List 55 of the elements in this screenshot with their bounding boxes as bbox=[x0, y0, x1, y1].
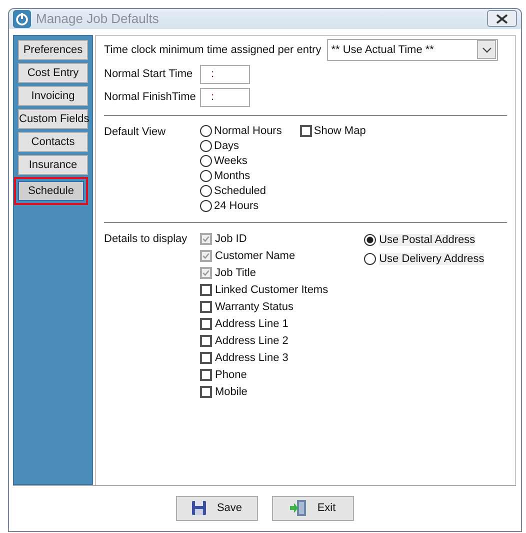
checkbox[interactable] bbox=[300, 125, 312, 138]
option-label: Use Delivery Address bbox=[379, 253, 484, 266]
checkbox[interactable] bbox=[200, 301, 212, 314]
checkbox[interactable] bbox=[200, 352, 212, 364]
radio-button[interactable] bbox=[364, 253, 376, 266]
sidebar-tab[interactable]: Contacts bbox=[18, 132, 88, 152]
close-icon bbox=[496, 14, 508, 24]
option-label: Scheduled bbox=[214, 185, 266, 198]
option-label: Customer Name bbox=[215, 250, 296, 262]
field-label: Normal Start Time bbox=[104, 68, 194, 80]
sidebar-tab[interactable]: Insurance bbox=[18, 154, 88, 175]
option-label: Phone bbox=[215, 369, 247, 382]
radio-button[interactable] bbox=[200, 155, 212, 168]
section-label: Default View bbox=[104, 124, 167, 138]
time-field[interactable]: : bbox=[200, 88, 250, 107]
exit-door-icon bbox=[289, 500, 308, 516]
close-button[interactable] bbox=[487, 10, 517, 28]
option-label: Show Map bbox=[314, 125, 366, 138]
checkbox[interactable] bbox=[200, 369, 212, 382]
option-label: Normal Hours bbox=[214, 125, 282, 138]
field-label: Time clock minimum time assigned per entry bbox=[104, 44, 322, 56]
radio-button[interactable] bbox=[364, 234, 376, 246]
option-label: Use Postal Address bbox=[379, 234, 476, 246]
sidebar-tab[interactable]: Invoicing bbox=[18, 86, 88, 106]
radio-button[interactable] bbox=[200, 140, 212, 152]
exit-button[interactable]: Exit bbox=[272, 496, 354, 521]
option-label: Job ID bbox=[215, 233, 247, 246]
section-label: Details to display bbox=[104, 232, 188, 245]
option-label: Warranty Status bbox=[215, 301, 294, 314]
option-label: Address Line 2 bbox=[215, 335, 288, 348]
checkbox[interactable] bbox=[200, 318, 212, 330]
option-label: Days bbox=[214, 140, 240, 152]
checkbox[interactable] bbox=[200, 284, 212, 296]
time-field[interactable]: : bbox=[200, 64, 250, 84]
option-label: 24 Hours bbox=[214, 200, 259, 212]
field-label: Normal FinishTime bbox=[104, 91, 197, 104]
radio-button[interactable] bbox=[200, 185, 212, 198]
radio-button[interactable] bbox=[200, 170, 212, 182]
checkbox[interactable] bbox=[200, 386, 212, 398]
checkbox[interactable] bbox=[200, 335, 212, 348]
option-label: Mobile bbox=[215, 386, 248, 398]
option-label: Address Line 3 bbox=[215, 352, 288, 364]
window-title: Manage Job Defaults bbox=[36, 11, 160, 26]
chevron-down-icon bbox=[482, 46, 492, 53]
time-dropdown[interactable]: ** Use Actual Time ** bbox=[327, 38, 498, 61]
option-label: Months bbox=[214, 170, 250, 182]
radio-button[interactable] bbox=[200, 125, 212, 138]
radio-button[interactable] bbox=[200, 200, 212, 212]
option-label: Address Line 1 bbox=[215, 318, 288, 330]
sidebar-tab[interactable]: Cost Entry bbox=[18, 62, 88, 83]
option-label: Weeks bbox=[214, 155, 248, 168]
option-label: Linked Customer Items bbox=[215, 284, 328, 296]
save-button[interactable]: Save bbox=[176, 496, 258, 521]
option-label: Job Title bbox=[215, 267, 256, 280]
sidebar-tab[interactable]: Preferences bbox=[18, 40, 88, 60]
